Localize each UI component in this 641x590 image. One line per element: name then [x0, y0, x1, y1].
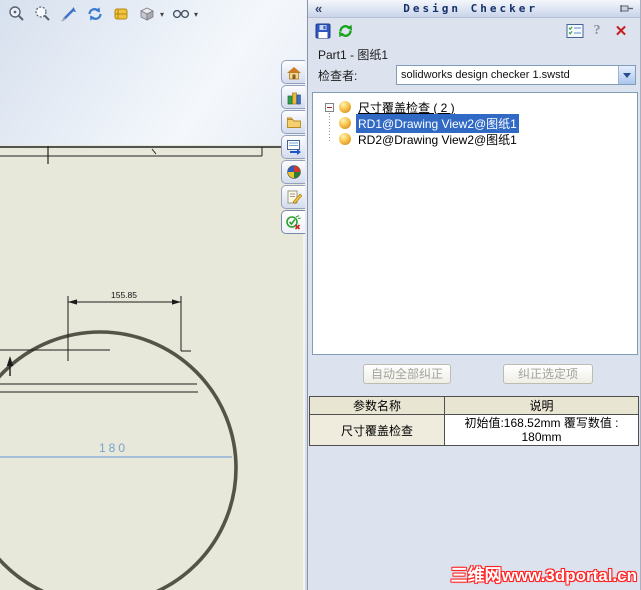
- checker-standard-value: solidworks design checker 1.swstd: [401, 69, 570, 81]
- checklist-options-icon[interactable]: [566, 22, 584, 40]
- checker-label: 检查者:: [318, 68, 358, 83]
- dimension-override-value: 180: [99, 441, 128, 455]
- tree-connector-line: [329, 113, 330, 143]
- tree-item-rd2-label[interactable]: RD2@Drawing View2@图纸1: [356, 130, 519, 149]
- sheet-zone-mark: [151, 148, 157, 155]
- watermark-text: 三维网www.3dportal.cn: [450, 566, 637, 585]
- zoom-area-icon[interactable]: [32, 4, 54, 24]
- tree-expander-icon[interactable]: [325, 102, 334, 112]
- tab-file-explorer[interactable]: [281, 110, 305, 134]
- zoom-in-icon[interactable]: [6, 4, 28, 24]
- parameter-description-cell: 初始值:168.52mm 覆写数值 : 180mm: [444, 414, 639, 446]
- table-header-row: 参数名称 说明: [309, 396, 639, 415]
- fix-selected-button[interactable]: 纠正选定项: [503, 364, 593, 384]
- auto-fix-all-button[interactable]: 自动全部纠正: [363, 364, 451, 384]
- drawing-circle[interactable]: [0, 330, 238, 590]
- display-style-dropdown-caret[interactable]: ▾: [194, 10, 198, 19]
- document-pencil-icon: [287, 190, 302, 205]
- display-style-icon[interactable]: [170, 4, 192, 24]
- table-row: 尺寸覆盖检查 初始值:168.52mm 覆写数值 : 180mm: [309, 414, 639, 446]
- warning-ball-icon: [339, 133, 351, 145]
- help-icon[interactable]: ?: [588, 22, 606, 40]
- color-sphere-icon: [286, 165, 301, 179]
- checker-standard-combobox[interactable]: solidworks design checker 1.swstd: [396, 65, 636, 85]
- task-pane-tab-strip: [281, 60, 305, 234]
- tab-design-checker[interactable]: [281, 210, 305, 234]
- results-tree[interactable]: 尺寸覆盖检查 ( 2 ) RD1@Drawing View2@图纸1 RD2@D…: [312, 92, 638, 355]
- close-icon[interactable]: ✕: [612, 22, 630, 40]
- tab-custom-properties[interactable]: [281, 185, 305, 209]
- folder-icon: [286, 117, 301, 128]
- graphics-viewport[interactable]: 155.85 180 ▾ ▾: [0, 0, 307, 590]
- leader-arrow-up[interactable]: [6, 356, 14, 376]
- parameter-table: 参数名称 说明 尺寸覆盖检查 初始值:168.52mm 覆写数值 : 180mm: [309, 396, 639, 446]
- zoom-pen-icon[interactable]: [58, 4, 80, 24]
- document-label: Part1 - 图纸1: [318, 48, 389, 62]
- collapse-panel-button[interactable]: «: [315, 1, 322, 16]
- table-header-description: 说明: [444, 396, 639, 415]
- tab-view-palette[interactable]: [281, 135, 305, 159]
- tab-appearances-scenes[interactable]: [281, 160, 305, 184]
- checker-row: 检查者: solidworks design checker 1.swstd: [318, 65, 636, 85]
- view-orientation-dropdown-caret[interactable]: ▾: [160, 10, 164, 19]
- drawing-geometry: 155.85 180: [0, 146, 281, 590]
- chevron-down-icon[interactable]: [618, 66, 635, 84]
- panel-titlebar: « Design Checker: [308, 0, 640, 18]
- books-icon: [287, 92, 301, 104]
- warning-ball-icon: [339, 117, 351, 129]
- table-header-parameter: 参数名称: [309, 396, 445, 415]
- design-checker-icon: [286, 215, 301, 230]
- pan-tool-icon[interactable]: [110, 4, 132, 24]
- panel-toolbar: ? ✕: [308, 19, 640, 45]
- rerun-checks-icon[interactable]: [336, 22, 354, 40]
- tab-design-library[interactable]: [281, 85, 305, 109]
- design-checker-panel: « Design Checker ? ✕ Part1 - 图纸1 检查者: so…: [307, 0, 641, 590]
- tree-item-rd2[interactable]: RD2@Drawing View2@图纸1: [339, 131, 637, 147]
- parameter-name-cell: 尺寸覆盖检查: [309, 414, 445, 446]
- home-icon: [286, 66, 301, 79]
- view-orientation-icon[interactable]: [136, 4, 158, 24]
- pin-icon[interactable]: [619, 3, 634, 14]
- panel-title: Design Checker: [403, 2, 538, 15]
- view-palette-icon: [286, 140, 301, 155]
- rotate-view-icon[interactable]: [84, 4, 106, 24]
- dimension-secondary-value: 155.85: [111, 290, 137, 300]
- save-report-icon[interactable]: [314, 22, 332, 40]
- warning-ball-icon: [339, 101, 351, 113]
- tab-solidworks-resources[interactable]: [281, 60, 305, 84]
- view-toolbar: ▾ ▾: [6, 4, 200, 24]
- dimension-override-selected[interactable]: 180: [0, 441, 232, 458]
